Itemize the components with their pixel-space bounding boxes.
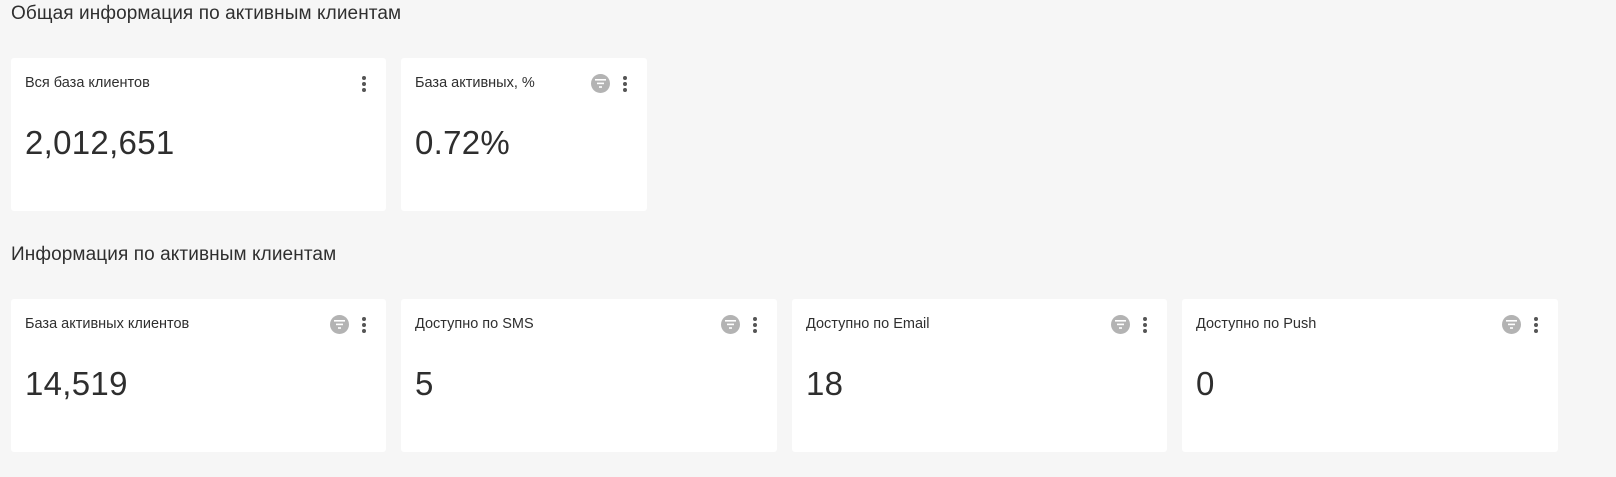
card-value: 0.72% bbox=[415, 124, 511, 161]
filter-icon[interactable] bbox=[1111, 315, 1130, 334]
kebab-menu-icon[interactable] bbox=[1531, 315, 1541, 335]
kpi-card-active-base: База активных клиентов 14,519 bbox=[11, 299, 386, 452]
kpi-card-email: Доступно по Email 18 bbox=[792, 299, 1167, 452]
card-title: Доступно по Email bbox=[806, 316, 930, 332]
kebab-menu-icon[interactable] bbox=[620, 74, 630, 94]
filter-icon[interactable] bbox=[330, 315, 349, 334]
card-value: 0 bbox=[1196, 365, 1215, 402]
card-title: Доступно по Push bbox=[1196, 316, 1317, 332]
card-value: 5 bbox=[415, 365, 434, 402]
kpi-card-sms: Доступно по SMS 5 bbox=[401, 299, 777, 452]
card-value: 18 bbox=[806, 365, 844, 402]
filter-icon[interactable] bbox=[1502, 315, 1521, 334]
card-title: База активных, % bbox=[415, 75, 535, 91]
kebab-menu-icon[interactable] bbox=[359, 315, 369, 335]
card-title: Вся база клиентов bbox=[25, 75, 150, 91]
kebab-menu-icon[interactable] bbox=[359, 74, 369, 94]
filter-icon[interactable] bbox=[721, 315, 740, 334]
card-title: Доступно по SMS bbox=[415, 316, 534, 332]
section-title-general: Общая информация по активным клиентам bbox=[11, 3, 402, 24]
kebab-menu-icon[interactable] bbox=[1140, 315, 1150, 335]
kpi-card-active-percent: База активных, % 0.72% bbox=[401, 58, 647, 211]
kebab-menu-icon[interactable] bbox=[750, 315, 760, 335]
card-value: 2,012,651 bbox=[25, 124, 175, 161]
filter-icon[interactable] bbox=[591, 74, 610, 93]
kpi-card-push: Доступно по Push 0 bbox=[1182, 299, 1558, 452]
section-title-active: Информация по активным клиентам bbox=[11, 244, 337, 265]
card-value: 14,519 bbox=[25, 365, 128, 402]
kpi-card-total-base: Вся база клиентов 2,012,651 bbox=[11, 58, 386, 211]
card-title: База активных клиентов bbox=[25, 316, 190, 332]
